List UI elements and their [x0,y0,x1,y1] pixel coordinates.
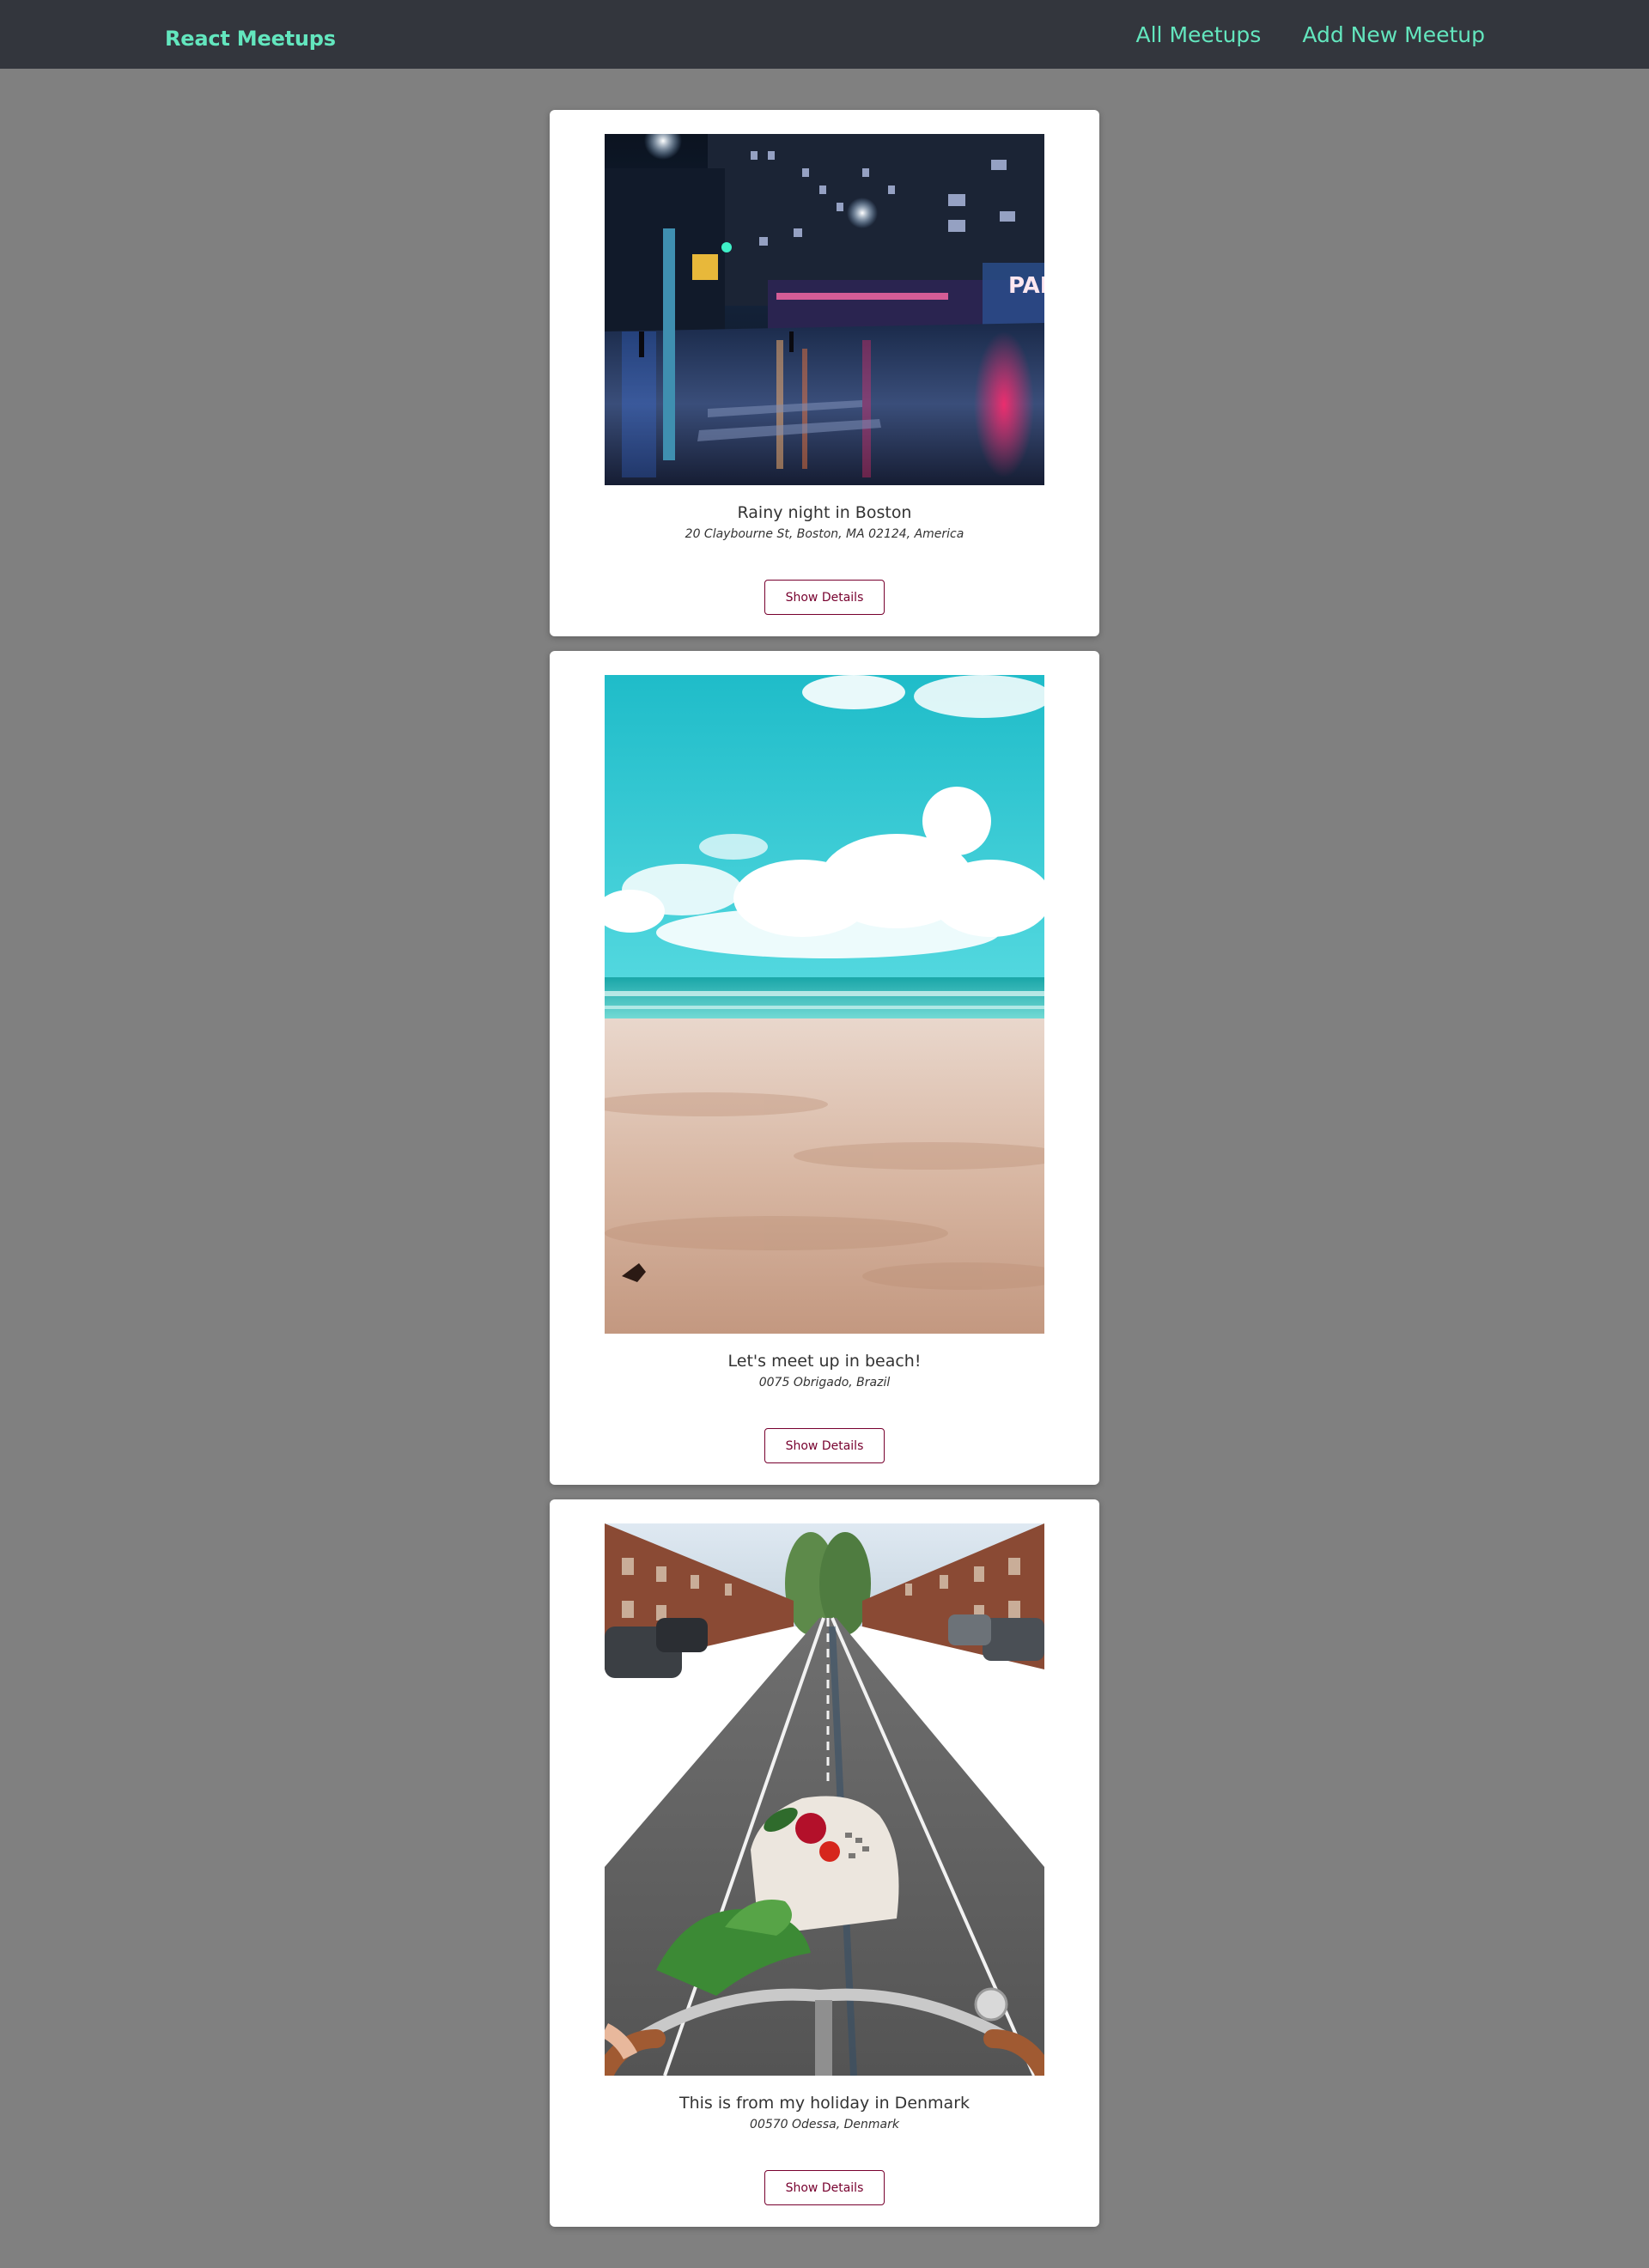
svg-text:PAR: PAR [1008,273,1044,299]
meetup-image-boston-night: PAR [605,134,1044,485]
meetup-image-beach [605,675,1044,1334]
meetup-card: PA Rainy night in Boston 20 Claybourne S… [550,110,1099,636]
show-details-button[interactable]: Show Details [764,580,885,615]
show-details-button[interactable]: Show Details [764,1428,885,1463]
meetup-card: This is from my holiday in Denmark 00570… [550,1499,1099,2227]
boston-night-photo: PAR [605,134,1044,485]
meetup-address: 0075 Obrigado, Brazil [758,1376,891,1389]
meetup-card: Let's meet up in beach! 0075 Obrigado, B… [550,651,1099,1485]
meetup-image-denmark-bike [605,1523,1044,2076]
meetup-address: 20 Claybourne St, Boston, MA 02124, Amer… [685,527,964,541]
meetup-address: 00570 Odessa, Denmark [750,2118,899,2131]
meetup-title: Rainy night in Boston [737,503,912,522]
nav-add-new-meetup-link[interactable]: Add New Meetup [1302,22,1485,47]
beach-photo [605,675,1044,1334]
main-nav: All Meetups Add New Meetup [1136,22,1486,47]
app-logo[interactable]: React Meetups [165,27,336,51]
meetup-title: This is from my holiday in Denmark [678,2094,971,2113]
nav-all-meetups-link[interactable]: All Meetups [1136,22,1262,47]
denmark-bike-photo [605,1523,1044,2076]
meetup-title: Let's meet up in beach! [727,1352,922,1371]
show-details-button[interactable]: Show Details [764,2170,885,2205]
main-header: React Meetups All Meetups Add New Meetup [0,0,1649,69]
